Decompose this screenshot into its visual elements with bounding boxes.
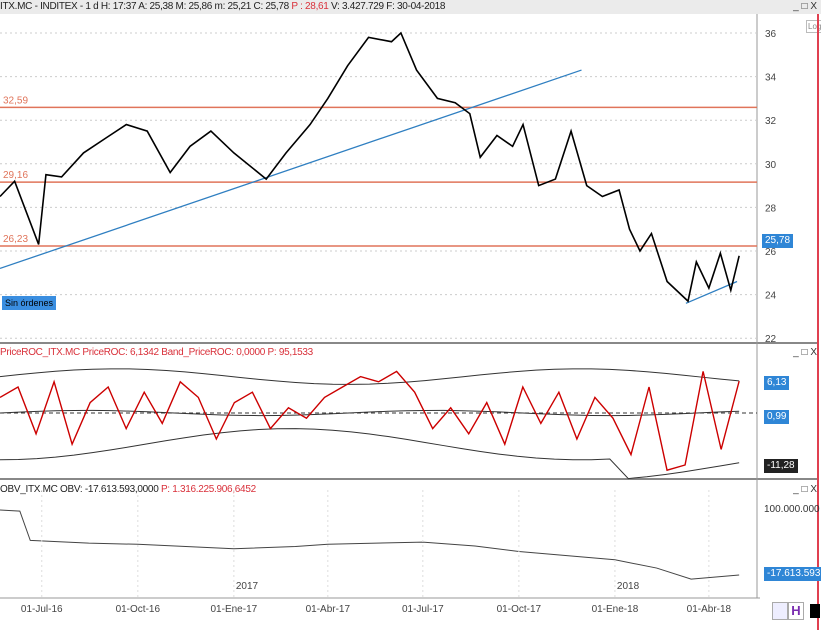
x-tick-label: 01-Abr-17: [306, 604, 351, 615]
price-badge: 25,78: [762, 234, 794, 248]
level-label: 26,23: [3, 234, 28, 245]
obv-badge: -17.613.593: [764, 567, 821, 581]
roc-upper-badge: 6,13: [764, 376, 790, 390]
level-label: 32,59: [3, 95, 28, 106]
x-tick-label: 01-Jul-16: [21, 604, 63, 615]
x-tick-label: 01-Jul-17: [402, 604, 444, 615]
trendline: [0, 69, 582, 270]
x-tick-label: 01-Abr-18: [687, 604, 732, 615]
obv-top-label: 100.000.000: [764, 504, 820, 515]
roc-line: [0, 370, 740, 472]
y-tick-label: 36: [765, 29, 777, 40]
obv-line: [0, 509, 740, 580]
x-tick-label: 01-Oct-16: [116, 604, 161, 615]
x-tick-label: 01-Ene-18: [592, 604, 639, 615]
y-tick-label: 32: [765, 116, 777, 127]
year-label: 2017: [236, 581, 259, 592]
level-label: 29,16: [3, 170, 28, 181]
roc-lower-band: [0, 428, 740, 480]
y-tick-label: 22: [765, 334, 777, 345]
horizontal-line-tool-button[interactable]: H: [788, 602, 804, 620]
draw-tool-button[interactable]: [772, 602, 788, 620]
roc-mid-band: [0, 409, 740, 417]
roc-lower-badge: -11,28: [764, 459, 798, 473]
y-tick-label: 24: [765, 291, 777, 302]
y-tick-label: 34: [765, 73, 777, 84]
price-line: [0, 31, 740, 303]
y-tick-label: 28: [765, 203, 777, 214]
y-tick-label: 30: [765, 160, 777, 171]
roc-mid-badge: 0,99: [764, 410, 790, 424]
y-tick-label: 26: [765, 247, 777, 258]
year-label: 2018: [617, 581, 640, 592]
x-tick-label: 01-Ene-17: [211, 604, 258, 615]
chart-canvas[interactable]: 22 24 26 28 30 32 34 36 32,59 29,16 26,23 01-Jul-16…: [0, 0, 821, 630]
roc-upper-band: [0, 368, 740, 385]
orders-label[interactable]: Sin órdenes: [2, 296, 57, 310]
color-tool-button[interactable]: [810, 604, 820, 618]
x-tick-label: 01-Oct-17: [497, 604, 542, 615]
